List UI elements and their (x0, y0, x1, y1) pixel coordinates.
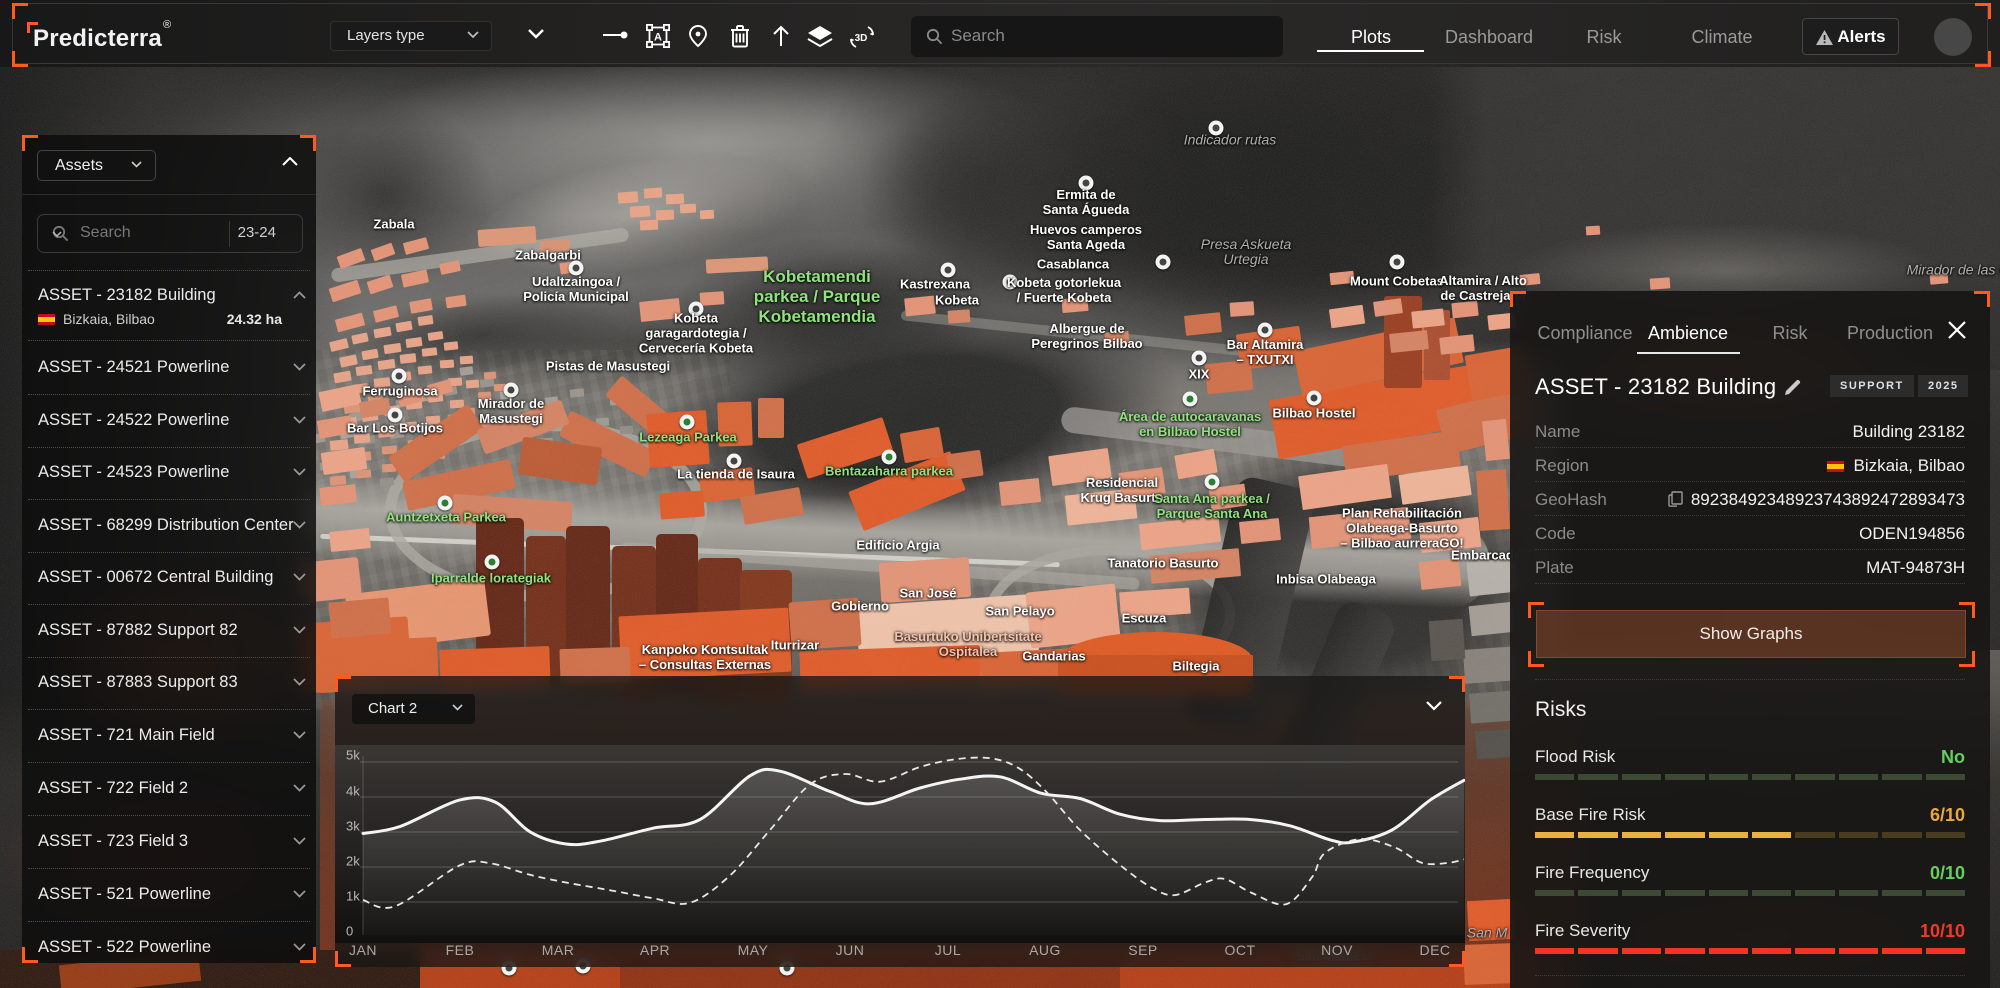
svg-text:A: A (654, 32, 662, 44)
svg-text:3D: 3D (855, 33, 868, 44)
